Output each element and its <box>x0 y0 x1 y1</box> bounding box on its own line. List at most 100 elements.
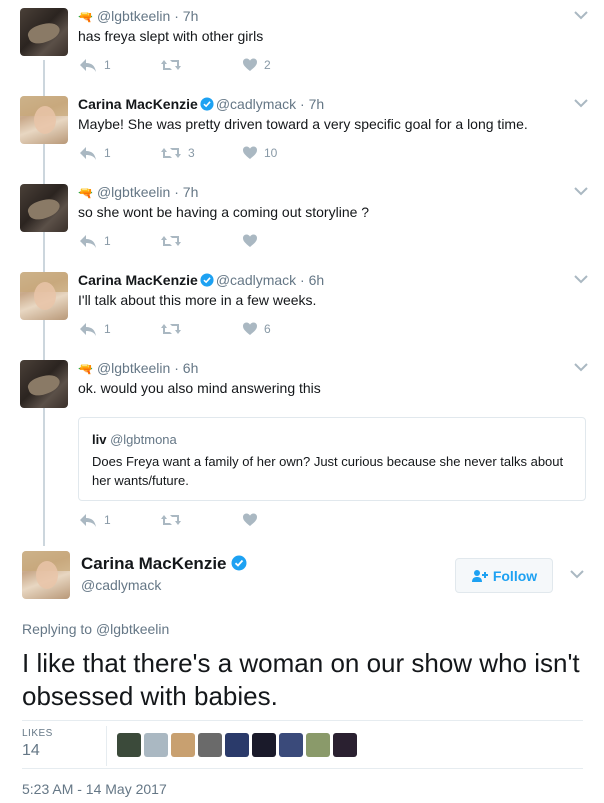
like-button[interactable]: 2 <box>242 57 271 73</box>
tweet-text: I'll talk about this more in a few weeks… <box>78 292 317 308</box>
likes-count[interactable]: 14 <box>22 742 40 760</box>
handle[interactable]: @cadlymack <box>216 272 296 288</box>
retweet-button[interactable] <box>160 233 188 249</box>
tweet-text: so she wont be having a coming out story… <box>78 204 370 220</box>
liker-avatar[interactable] <box>171 733 195 757</box>
retweet-button[interactable] <box>160 57 188 73</box>
reply-count: 1 <box>104 513 111 527</box>
liker-avatar[interactable] <box>144 733 168 757</box>
like-count: 2 <box>264 58 271 72</box>
retweet-button[interactable] <box>160 512 188 528</box>
retweet-icon <box>160 145 182 161</box>
main-display-name[interactable]: Carina MacKenzie <box>81 554 249 574</box>
divider <box>22 720 583 721</box>
chevron-down-icon[interactable] <box>570 569 584 579</box>
tweet-header: 🔫 @lgbtkeelin · 6h <box>78 360 199 376</box>
chevron-down-icon[interactable] <box>574 274 588 284</box>
main-avatar[interactable] <box>22 551 70 599</box>
handle[interactable]: @cadlymack <box>216 96 296 112</box>
liker-avatar[interactable] <box>117 733 141 757</box>
timestamp[interactable]: 7h <box>183 184 199 200</box>
avatar[interactable] <box>20 8 68 56</box>
avatar[interactable] <box>20 360 68 408</box>
reply-icon <box>78 145 98 161</box>
divider <box>22 768 583 769</box>
verified-badge-icon <box>231 555 247 571</box>
display-name[interactable]: Carina MacKenzie <box>78 96 198 112</box>
chevron-down-icon[interactable] <box>574 10 588 20</box>
retweet-button[interactable]: 3 <box>160 145 195 161</box>
liker-avatar[interactable] <box>198 733 222 757</box>
reply-button[interactable]: 1 <box>78 233 111 249</box>
verified-badge-icon <box>200 97 214 111</box>
liker-avatar[interactable] <box>306 733 330 757</box>
likes-label: LIKES <box>22 728 53 739</box>
timestamp[interactable]: 6h <box>183 360 199 376</box>
follow-button[interactable]: Follow <box>455 558 553 593</box>
reply-icon <box>78 512 98 528</box>
like-button[interactable]: 10 <box>242 145 277 161</box>
gun-icon: 🔫 <box>78 186 93 200</box>
tweet-header: Carina MacKenzie @cadlymack · 6h <box>78 272 325 288</box>
reply-count: 1 <box>104 322 111 336</box>
quoted-tweet[interactable]: liv @lgbtmona Does Freya want a family o… <box>78 417 586 501</box>
reply-button[interactable]: 1 <box>78 321 111 337</box>
timestamp[interactable]: 7h <box>183 8 199 24</box>
chevron-down-icon[interactable] <box>574 186 588 196</box>
reply-icon <box>78 233 98 249</box>
handle[interactable]: @lgbtkeelin <box>97 360 170 376</box>
add-user-icon <box>471 569 488 582</box>
tweet-timestamp[interactable]: 5:23 AM - 14 May 2017 <box>22 781 167 797</box>
quoted-handle: @lgbtmona <box>110 432 177 447</box>
like-button[interactable] <box>242 233 264 249</box>
gun-icon: 🔫 <box>78 10 93 24</box>
like-count: 10 <box>264 146 278 160</box>
liker-avatar[interactable] <box>333 733 357 757</box>
quoted-tweet-text: Does Freya want a family of her own? Jus… <box>92 454 564 488</box>
like-button[interactable] <box>242 512 264 528</box>
replying-to-link[interactable]: @lgbtkeelin <box>96 621 169 637</box>
main-handle[interactable]: @cadlymack <box>81 577 161 593</box>
like-button[interactable]: 6 <box>242 321 271 337</box>
liker-avatar[interactable] <box>252 733 276 757</box>
retweet-icon <box>160 512 182 528</box>
retweet-icon <box>160 233 182 249</box>
timestamp[interactable]: 6h <box>309 272 325 288</box>
retweet-button[interactable] <box>160 321 188 337</box>
quoted-display-name: liv <box>92 432 107 447</box>
like-count: 6 <box>264 322 271 336</box>
avatar[interactable] <box>20 184 68 232</box>
replying-to: Replying to @lgbtkeelin <box>22 621 170 637</box>
reply-button[interactable]: 1 <box>78 57 111 73</box>
avatar[interactable] <box>20 96 68 144</box>
verified-badge-icon <box>200 273 214 287</box>
avatar[interactable] <box>20 272 68 320</box>
follow-label: Follow <box>492 567 538 584</box>
heart-icon <box>242 145 258 161</box>
liker-avatar[interactable] <box>279 733 303 757</box>
chevron-down-icon[interactable] <box>574 362 588 372</box>
retweet-icon <box>160 321 182 337</box>
display-name[interactable]: Carina MacKenzie <box>78 272 198 288</box>
heart-icon <box>242 233 258 249</box>
liker-avatar[interactable] <box>225 733 249 757</box>
tweet-text: ok. would you also mind answering this <box>78 380 321 396</box>
reply-count: 1 <box>104 58 111 72</box>
tweet-text: has freya slept with other girls <box>78 28 264 44</box>
quoted-tweet-header: liv @lgbtmona <box>92 432 177 447</box>
main-tweet-text: I like that there's a woman on our show … <box>22 648 580 711</box>
heart-icon <box>242 512 258 528</box>
retweet-count: 3 <box>188 146 195 160</box>
gun-icon: 🔫 <box>78 362 93 376</box>
tweet-text: Maybe! She was pretty driven toward a ve… <box>78 116 528 132</box>
chevron-down-icon[interactable] <box>574 98 588 108</box>
reply-count: 1 <box>104 234 111 248</box>
heart-icon <box>242 57 258 73</box>
reply-button[interactable]: 1 <box>78 512 111 528</box>
handle[interactable]: @lgbtkeelin <box>97 8 170 24</box>
reply-button[interactable]: 1 <box>78 145 111 161</box>
likes-separator <box>106 726 107 766</box>
tweet-header: 🔫 @lgbtkeelin · 7h <box>78 8 199 24</box>
timestamp[interactable]: 7h <box>309 96 325 112</box>
handle[interactable]: @lgbtkeelin <box>97 184 170 200</box>
